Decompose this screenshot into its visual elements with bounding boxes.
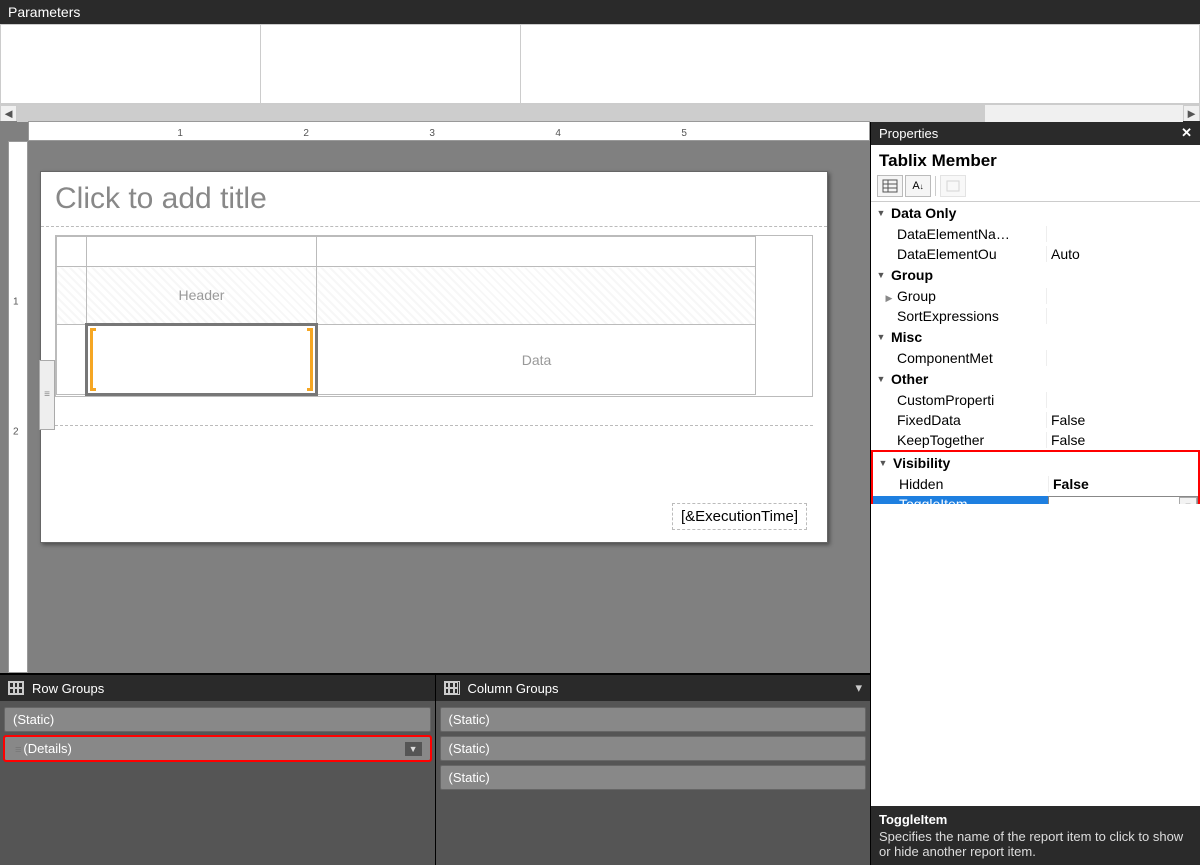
properties-title: Properties bbox=[879, 126, 938, 141]
report-canvas[interactable]: Click to add title Header ≡ bbox=[40, 171, 828, 543]
property-description: ToggleItem Specifies the name of the rep… bbox=[871, 806, 1200, 865]
ruler-mark: 2 bbox=[303, 128, 309, 139]
scroll-left-icon[interactable]: ◄ bbox=[0, 105, 17, 122]
alphabetical-sort-icon[interactable]: A↓ bbox=[905, 175, 931, 197]
group-item-label: (Static) bbox=[13, 712, 54, 727]
table-icon bbox=[444, 681, 460, 695]
ruler-mark: 3 bbox=[429, 128, 435, 139]
ruler-mark: 1 bbox=[177, 128, 183, 139]
prop-dataelementoutput[interactable]: DataElementOuAuto bbox=[871, 244, 1200, 264]
footer-divider bbox=[55, 425, 813, 426]
chevron-down-icon[interactable]: ▼ bbox=[405, 742, 422, 756]
properties-panel: Properties ✕ Tablix Member A↓ Data Only … bbox=[870, 121, 1200, 865]
column-groups-panel: Column Groups ▾ (Static) (Static) (Stati… bbox=[436, 675, 871, 865]
category-other[interactable]: Other bbox=[871, 368, 1200, 390]
prop-keeptogether[interactable]: KeepTogetherFalse bbox=[871, 430, 1200, 450]
description-title: ToggleItem bbox=[879, 812, 1192, 827]
parameters-grid[interactable] bbox=[0, 24, 1200, 104]
ruler-mark: 4 bbox=[555, 128, 561, 139]
column-group-item[interactable]: (Static) bbox=[440, 736, 867, 761]
scroll-right-icon[interactable]: ► bbox=[1183, 105, 1200, 122]
category-visibility[interactable]: Visibility bbox=[873, 452, 1198, 474]
group-item-label: (Static) bbox=[449, 770, 490, 785]
prop-componentmetadata[interactable]: ComponentMet bbox=[871, 348, 1200, 368]
parameter-cell[interactable] bbox=[261, 25, 521, 103]
horizontal-ruler: 1 2 3 4 5 bbox=[28, 121, 870, 141]
property-grid[interactable]: Data Only DataElementNa… DataElementOuAu… bbox=[871, 201, 1200, 504]
parameters-scrollbar[interactable]: ◄ ► bbox=[0, 104, 1200, 121]
row-groups-panel: Row Groups (Static) ≡(Details) ▼ bbox=[0, 675, 436, 865]
categorized-view-icon[interactable] bbox=[877, 175, 903, 197]
scroll-thumb[interactable] bbox=[17, 105, 985, 122]
row-group-item-details[interactable]: ≡(Details) ▼ bbox=[4, 736, 431, 761]
ruler-mark: 5 bbox=[681, 128, 687, 139]
prop-toggleitem[interactable]: ToggleItem ▾ bbox=[873, 494, 1198, 504]
group-item-label: (Static) bbox=[449, 712, 490, 727]
parameter-cell[interactable] bbox=[1, 25, 261, 103]
table-icon bbox=[8, 681, 24, 695]
close-icon[interactable]: ✕ bbox=[1181, 125, 1192, 141]
report-title-placeholder[interactable]: Click to add title bbox=[41, 172, 827, 227]
tablix-header-cell[interactable]: Header bbox=[87, 267, 317, 325]
row-groups-title: Row Groups bbox=[32, 681, 104, 696]
separator bbox=[935, 176, 936, 196]
prop-sortexpressions[interactable]: SortExpressions bbox=[871, 306, 1200, 326]
dropdown-button-icon[interactable]: ▾ bbox=[1179, 497, 1197, 504]
parameters-header: Parameters bbox=[0, 0, 1200, 24]
scroll-track[interactable] bbox=[17, 105, 1183, 122]
column-groups-title: Column Groups bbox=[468, 681, 559, 696]
description-text: Specifies the name of the report item to… bbox=[879, 829, 1192, 859]
parameter-cell[interactable] bbox=[521, 25, 1199, 103]
prop-customproperties[interactable]: CustomProperti bbox=[871, 390, 1200, 410]
selection-bracket-icon bbox=[307, 328, 313, 391]
execution-time-field[interactable]: [&ExecutionTime] bbox=[672, 503, 807, 530]
selection-bracket-icon bbox=[90, 328, 96, 391]
tablix-data-cell[interactable]: Data bbox=[317, 325, 756, 395]
ruler-mark: 2 bbox=[13, 427, 19, 438]
visibility-highlight: Visibility HiddenFalse ToggleItem ▾ None… bbox=[871, 450, 1200, 504]
column-group-item[interactable]: (Static) bbox=[440, 765, 867, 790]
prop-hidden[interactable]: HiddenFalse bbox=[873, 474, 1198, 494]
design-surface[interactable]: 1 2 3 4 5 1 2 Click to add title bbox=[0, 121, 870, 673]
details-icon: ≡ bbox=[15, 744, 21, 756]
vertical-ruler: 1 2 bbox=[8, 141, 28, 673]
column-group-item[interactable]: (Static) bbox=[440, 707, 867, 732]
ruler-mark: 1 bbox=[13, 297, 19, 308]
tablix[interactable]: Header ≡ Data bbox=[55, 235, 813, 397]
selected-object-name: Tablix Member bbox=[871, 145, 1200, 173]
parameters-title: Parameters bbox=[8, 4, 80, 20]
prop-fixeddata[interactable]: FixedDataFalse bbox=[871, 410, 1200, 430]
category-data-only[interactable]: Data Only bbox=[871, 202, 1200, 224]
selected-cell[interactable] bbox=[87, 325, 317, 395]
row-handle-icon[interactable]: ≡ bbox=[39, 360, 55, 430]
prop-dataelementname[interactable]: DataElementNa… bbox=[871, 224, 1200, 244]
property-pages-icon bbox=[940, 175, 966, 197]
category-group[interactable]: Group bbox=[871, 264, 1200, 286]
prop-group[interactable]: Group bbox=[871, 286, 1200, 306]
group-item-label: (Details) bbox=[23, 741, 71, 756]
category-misc[interactable]: Misc bbox=[871, 326, 1200, 348]
group-item-label: (Static) bbox=[449, 741, 490, 756]
panel-menu-icon[interactable]: ▾ bbox=[855, 680, 862, 696]
row-group-item[interactable]: (Static) bbox=[4, 707, 431, 732]
